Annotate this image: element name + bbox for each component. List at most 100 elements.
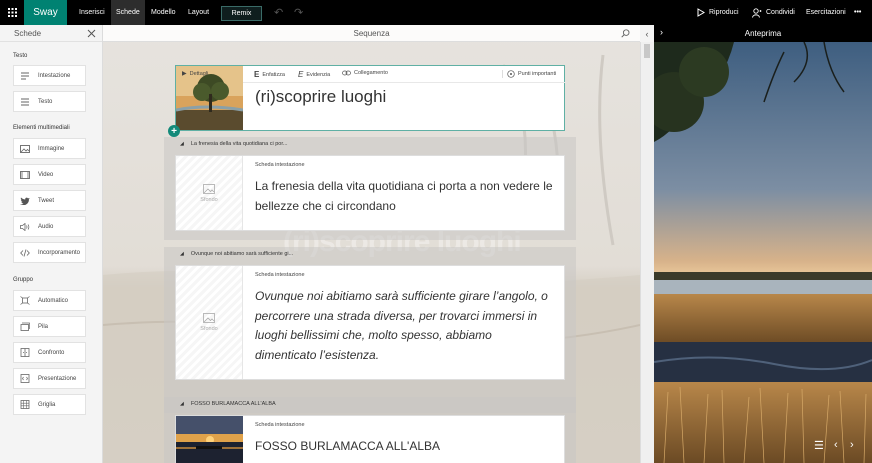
card-audio-label: Audio (38, 223, 54, 230)
link-icon (342, 70, 351, 76)
focus-points-button[interactable]: Punti importanti (502, 70, 556, 78)
card-stack-button[interactable]: Pila (13, 316, 86, 337)
storyline-scrollbar[interactable] (640, 42, 654, 463)
collapse-triangle-icon: ◢ (180, 141, 184, 147)
image-placeholder-icon (203, 183, 215, 194)
card-grid-button[interactable]: Griglia (13, 394, 86, 415)
more-options-button[interactable]: ••• (854, 0, 861, 25)
group-title-3: FOSSO BURLAMACCA ALL'ALBA (190, 401, 276, 407)
details-label: Dettagli (189, 70, 209, 77)
play-label: Riproduci (709, 9, 739, 16)
card-type-label-1: Scheda intestazione (255, 162, 305, 168)
card-heading-label: Intestazione (38, 72, 71, 79)
heading-card-text-3[interactable]: FOSSO BURLAMACCA ALL'ALBA (255, 437, 555, 457)
play-button[interactable]: Riproduci (697, 0, 739, 25)
previous-slide-icon[interactable]: ‹ (834, 439, 838, 451)
card-text-button[interactable]: Testo (13, 91, 86, 112)
heading-card-2[interactable]: Sfondo Scheda intestazione Ovunque noi a… (175, 265, 565, 380)
card-tweet-label: Tweet (38, 197, 55, 204)
details-toggle[interactable]: ▶ Dettagli (182, 70, 209, 78)
plus-icon: + (171, 125, 177, 137)
cards-panel: Schede Testo Intestazione Testo Elementi… (0, 25, 103, 463)
card-stack-label: Pila (38, 323, 49, 330)
search-icon[interactable] (621, 29, 630, 38)
navigation-menu-icon[interactable]: ☰ (814, 439, 824, 452)
group-header-3[interactable]: ◢ FOSSO BURLAMACCA ALL'ALBA (164, 397, 576, 411)
embed-code-icon (20, 248, 30, 258)
scrollbar-thumb[interactable] (644, 44, 650, 58)
remix-button[interactable]: Remix (221, 6, 262, 21)
card-slideshow-button[interactable]: Presentazione (13, 368, 86, 389)
card-audio-button[interactable]: Audio (13, 216, 86, 237)
tutorials-button[interactable]: Esercitazioni (806, 0, 846, 25)
add-card-button[interactable]: + (168, 125, 180, 137)
heading-card-text-2[interactable]: Ovunque noi abitiamo sarà sufficiente gi… (255, 287, 555, 365)
highlight-button[interactable]: E Evidenzia (298, 70, 330, 79)
menu-insert[interactable]: Inserisci (74, 0, 110, 25)
highlight-label: Evidenzia (306, 71, 331, 78)
caret-right-icon: ▶ (182, 71, 187, 77)
app-name[interactable]: Sway (24, 0, 67, 25)
card-slideshow-label: Presentazione (38, 375, 77, 382)
next-slide-icon[interactable]: › (850, 439, 854, 451)
grid-icon (20, 400, 30, 410)
card-grid-label: Griglia (38, 401, 56, 408)
share-button[interactable]: Condividi (752, 0, 795, 25)
highlight-icon: E (298, 70, 304, 79)
card-embed-button[interactable]: Incorporamento (13, 242, 86, 263)
group-title-2: Ovunque noi abitiamo sarà sufficiente gi… (190, 251, 294, 257)
menu-design[interactable]: Modello (146, 0, 181, 25)
share-user-icon (752, 7, 762, 18)
close-icon[interactable] (87, 29, 96, 38)
heading-card-text-1[interactable]: La frenesia della vita quotidiana ci por… (255, 177, 555, 216)
chevron-left-icon: ‹ (645, 28, 649, 39)
video-icon (20, 170, 30, 180)
card-type-label-2: Scheda intestazione (255, 272, 305, 278)
card-text-label: Testo (38, 98, 53, 105)
preview-title: Anteprima (744, 29, 782, 38)
group-header-1[interactable]: ◢ La frenesia della vita quotidiana ci po… (164, 137, 576, 151)
expand-preview-chevron-icon[interactable]: › (660, 27, 663, 37)
card-tweet-button[interactable]: Tweet (13, 190, 86, 211)
heading-card-1[interactable]: Sfondo Scheda intestazione La frenesia d… (175, 155, 565, 231)
speaker-icon (20, 222, 30, 232)
focus-points-icon (507, 70, 515, 78)
emphasis-label: Enfatizza (262, 71, 285, 78)
text-icon (20, 97, 30, 107)
cards-panel-title: Schede (14, 28, 42, 38)
slideshow-icon (20, 374, 30, 384)
menu-cards[interactable]: Schede (111, 0, 145, 25)
group-header-2[interactable]: ◢ Ovunque noi abitiamo sarà sufficiente g… (164, 247, 576, 261)
stack-icon (20, 322, 30, 332)
link-button[interactable]: Collegamento (342, 70, 388, 76)
title-card[interactable]: ▶ Dettagli E Enfatizza E Evidenzia Collegam… (175, 65, 566, 131)
emphasis-button[interactable]: E Enfatizza (254, 70, 285, 79)
comparison-icon (20, 348, 30, 358)
title-card-text[interactable]: (ri)scoprire luoghi (255, 87, 386, 107)
redo-icon[interactable]: ↷ (294, 6, 303, 19)
group-section-3: ◢ FOSSO BURLAMACCA ALL'ALBA Scheda intest… (164, 397, 576, 463)
collapse-triangle-icon: ◢ (180, 251, 184, 257)
group-title-1: La frenesia della vita quotidiana ci por… (190, 141, 288, 147)
card-heading-button[interactable]: Intestazione (13, 65, 86, 86)
automatic-group-icon (20, 296, 30, 306)
app-launcher-icon[interactable] (0, 0, 24, 25)
storyline-header: Sequenza (103, 25, 640, 42)
card-automatic-button[interactable]: Automatico (13, 290, 86, 311)
heading-card-3[interactable]: Scheda intestazione FOSSO BURLAMACCA ALL… (175, 415, 565, 463)
card-video-label: Video (38, 171, 54, 178)
link-label: Collegamento (354, 70, 388, 76)
background-placeholder-2[interactable]: Sfondo (176, 266, 243, 379)
section-label-group: Gruppo (13, 277, 34, 283)
image-icon (20, 144, 30, 154)
card-video-button[interactable]: Video (13, 164, 86, 185)
background-placeholder-1[interactable]: Sfondo (176, 156, 243, 230)
undo-icon[interactable]: ↶ (274, 6, 283, 19)
collapse-preview-button[interactable]: ‹ (640, 25, 654, 42)
menu-layout[interactable]: Layout (183, 0, 214, 25)
card-image-button[interactable]: Immagine (13, 138, 86, 159)
card-comparison-button[interactable]: Confronto (13, 342, 86, 363)
top-bar: Sway Inserisci Schede Modello Layout Rem… (0, 0, 872, 25)
sunrise-thumbnail-image (176, 416, 243, 463)
preview-header: › Anteprima (654, 25, 872, 42)
